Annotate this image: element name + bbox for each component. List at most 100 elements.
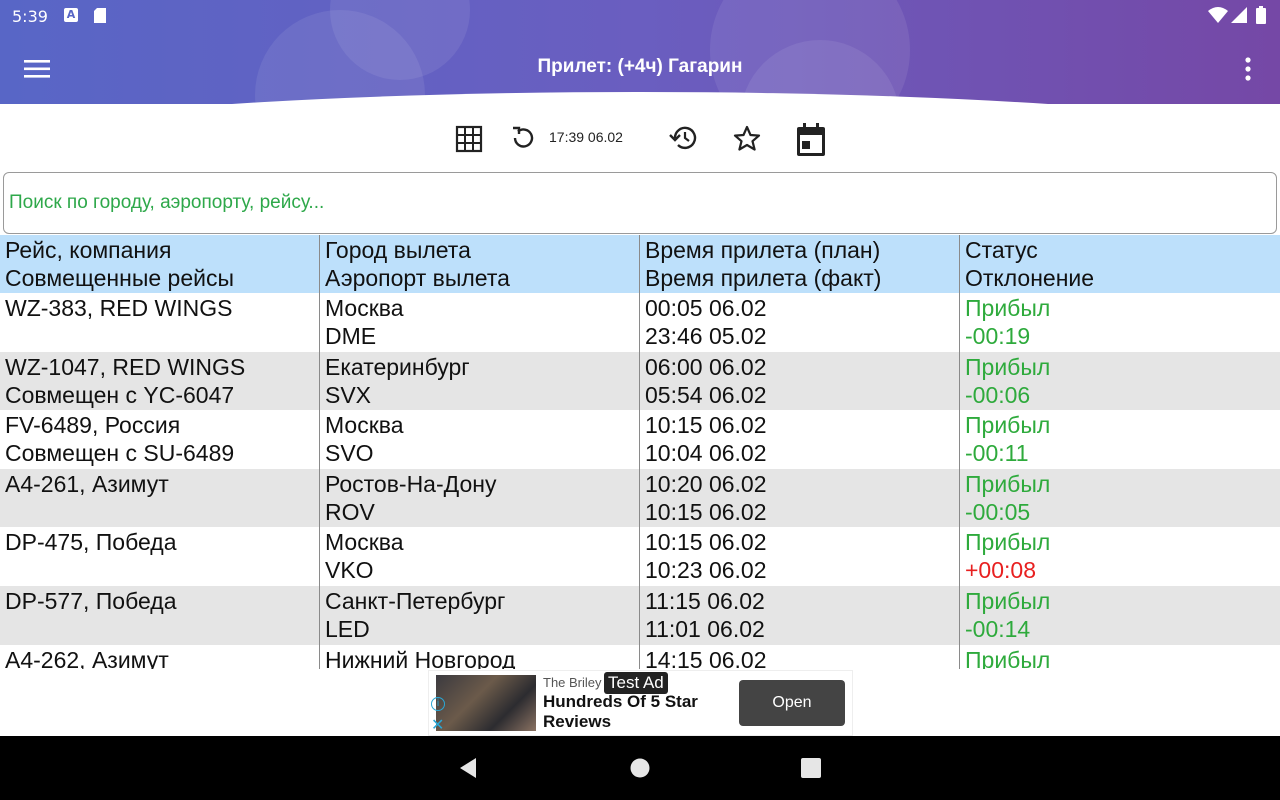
ad-sponsor: The Briley [543,675,602,690]
home-icon[interactable] [629,757,651,783]
status-cell-status: Прибыл [965,412,1051,439]
battery-icon [1256,6,1266,28]
table-row[interactable]: WZ-383, RED WINGS Москва DME 00:05 06.02 23… [0,293,1280,352]
arrival-time-cell-plan: 14:15 06.02 [645,646,767,669]
status-cell: Прибыл -00:06 [960,352,1280,411]
sd-card-icon [94,8,106,27]
departure-cell: Москва VKO [320,527,640,586]
status-cell-delta: -00:06 [965,381,1031,408]
back-icon[interactable] [456,756,478,784]
signal-icon [1231,7,1247,27]
header-time[interactable]: Время прилета (план) Время прилета (факт) [640,235,960,293]
flight-cell: A4-262, Азимут [0,644,320,669]
table-header-row: Рейс, компания Совмещенные рейсы Город вы… [0,235,1280,293]
status-cell: Прибыл +00:08 [960,527,1280,586]
status-cell-status: Прибыл [965,529,1051,556]
arrival-time-cell-fact: 11:01 06.02 [645,615,765,642]
arrival-time-cell: 10:15 06.02 10:04 06.02 [640,410,960,469]
page-title: Прилет: (+4ч) Гагарин [537,56,743,77]
arrival-time-cell-fact: 10:04 06.02 [645,440,767,467]
arrivals-table: Рейс, компания Совмещенные рейсы Город вы… [0,235,1280,669]
arrival-time-cell-plan: 06:00 06.02 [645,353,767,380]
flight-cell-shared [5,498,319,526]
status-cell-delta: +00:08 [965,557,1036,584]
departure-cell-airport: DME [325,323,377,349]
departure-cell-city: Москва [325,529,404,556]
arrival-time-cell-plan: 10:15 06.02 [645,412,767,439]
status-cell-status: Прибыл [965,353,1051,380]
departure-cell-airport: SVO [325,440,374,467]
arrival-time-cell: 11:15 06.02 11:01 06.02 [640,585,960,645]
arrival-time-cell: 14:15 06.02 [640,644,960,669]
departure-cell-city: Екатеринбург [325,353,470,380]
departure-cell: Москва DME [320,293,640,352]
status-time: 5:39 [12,7,48,26]
search-input[interactable] [3,172,1277,234]
wifi-icon [1208,7,1228,27]
flight-cell: A4-261, Азимут [0,468,320,528]
flight-cell: WZ-1047, RED WINGS Совмещен с YC-6047 [0,351,320,411]
arrival-time-cell-plan: 00:05 06.02 [645,295,767,321]
arrival-time-cell: 10:20 06.02 10:15 06.02 [640,468,960,528]
departure-cell-city: Нижний Новгород [325,646,516,669]
flight-cell-shared: Совмещен с SU-6489 [5,440,235,467]
status-cell: Прибыл -00:05 [960,469,1280,528]
status-cell-status: Прибыл [965,470,1051,497]
departure-cell-city: Санкт-Петербург [325,587,506,614]
header-status[interactable]: Статус Отклонение [960,235,1280,293]
refresh-button[interactable] [510,124,536,156]
status-cell: Прибыл -00:11 [960,410,1280,469]
star-icon [733,125,761,151]
flight-cell-shared: Совмещен с YC-6047 [5,381,235,408]
arrival-time-cell: 06:00 06.02 05:54 06.02 [640,351,960,411]
app-header: 5:39 A Прилет: (+4ч) Гагарин [0,0,1280,104]
table-row[interactable]: DP-475, Победа Москва VKO 10:15 06.02 10:23… [0,527,1280,586]
ad-banner[interactable]: The Briley Test Ad Hundreds Of 5 Star Re… [428,670,853,736]
favorites-button[interactable] [733,125,761,155]
status-cell-delta: -00:11 [965,440,1029,467]
departure-cell-airport: LED [325,615,370,642]
table-row[interactable]: DP-577, Победа Санкт-Петербург LED 11:15 0… [0,585,1280,645]
last-updated-time: 17:39 06.02 [549,129,623,145]
grid-icon [455,125,483,153]
header-curve [0,92,1280,104]
ad-open-button[interactable]: Open [739,680,845,726]
status-cell: Прибыл [960,645,1280,669]
header-flight[interactable]: Рейс, компания Совмещенные рейсы [0,235,320,293]
history-button[interactable] [668,124,698,156]
recents-icon[interactable] [800,757,822,783]
arrival-time-cell-plan: 10:20 06.02 [645,470,767,497]
table-row[interactable]: WZ-1047, RED WINGS Совмещен с YC-6047 Екат… [0,351,1280,411]
status-cell-delta: -00:19 [965,323,1031,349]
departure-cell: Екатеринбург SVX [320,351,640,411]
departure-cell: Ростов-На-Дону ROV [320,468,640,528]
arrival-time-cell-fact: 10:23 06.02 [645,557,767,584]
grid-view-button[interactable] [455,125,483,157]
ad-headline[interactable]: Hundreds Of 5 Star Reviews [543,692,728,732]
arrival-time-cell-plan: 10:15 06.02 [645,529,767,556]
ad-label: Test Ad [604,672,668,694]
calendar-button[interactable] [796,123,826,161]
accessibility-badge-icon: A [64,8,78,22]
table-row[interactable]: A4-261, Азимут Ростов-На-Дону ROV 10:20 06… [0,468,1280,528]
status-cell-status: Прибыл [965,646,1051,669]
more-options-icon[interactable] [1238,56,1258,84]
flight-cell-shared [5,322,319,350]
table-row[interactable]: FV-6489, Россия Совмещен с SU-6489 Москва S… [0,410,1280,469]
flight-cell-flight: A4-262, Азимут [5,646,169,669]
ad-info-icon[interactable]: i [431,697,445,711]
flight-cell-flight: WZ-1047, RED WINGS [5,353,246,380]
status-cell-status: Прибыл [965,295,1051,321]
arrival-time-cell-fact: 23:46 05.02 [645,323,767,349]
arrival-time-cell-fact: 10:15 06.02 [645,498,767,525]
status-cell: Прибыл -00:19 [960,293,1280,352]
ad-image[interactable] [436,675,536,731]
table-row[interactable]: A4-262, Азимут Нижний Новгород 14:15 06.… [0,644,1280,669]
flight-cell: WZ-383, RED WINGS [0,293,320,352]
header-city[interactable]: Город вылета Аэропорт вылета [320,235,640,293]
history-icon [669,126,697,150]
departure-cell: Москва SVO [320,410,640,469]
status-cell: Прибыл -00:14 [960,586,1280,645]
ad-close-icon[interactable]: ✕ [431,715,444,734]
status-cell-delta: -00:05 [965,498,1031,525]
